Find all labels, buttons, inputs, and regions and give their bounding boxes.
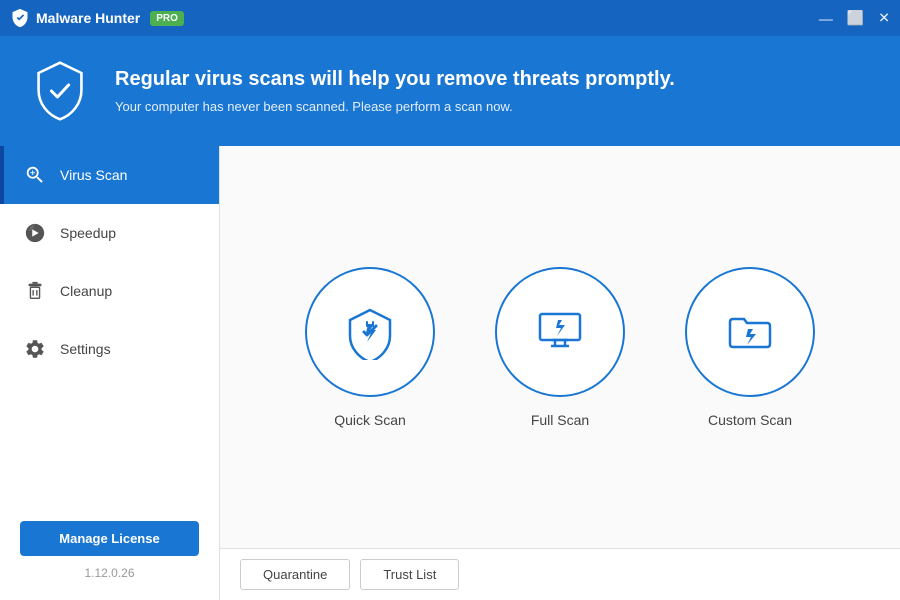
sidebar-item-settings[interactable]: Settings — [0, 320, 219, 378]
sidebar-bottom: Manage License 1.12.0.26 — [0, 501, 219, 600]
main-layout: Virus Scan Speedup Cleanup — [0, 146, 900, 600]
pro-badge: PRO — [150, 11, 184, 26]
sidebar-item-label-cleanup: Cleanup — [60, 283, 112, 299]
quick-scan-icon — [342, 304, 398, 360]
minimize-button[interactable]: — — [819, 10, 833, 26]
title-bar: Malware Hunter PRO — ⬜ ✕ — [0, 0, 900, 36]
header-shield-icon — [30, 61, 90, 121]
custom-scan-label: Custom Scan — [708, 412, 792, 428]
window-controls: — ⬜ ✕ — [819, 10, 890, 27]
content-area: Quick Scan Full Scan — [220, 146, 900, 600]
speedup-icon — [24, 222, 46, 244]
header-banner: Regular virus scans will help you remove… — [0, 36, 900, 146]
custom-scan-circle[interactable] — [685, 267, 815, 397]
version-text: 1.12.0.26 — [84, 566, 134, 580]
sidebar-item-speedup[interactable]: Speedup — [0, 204, 219, 262]
sidebar-item-label-virus-scan: Virus Scan — [60, 167, 127, 183]
sidebar-item-label-speedup: Speedup — [60, 225, 116, 241]
full-scan-label: Full Scan — [531, 412, 589, 428]
custom-scan-option[interactable]: Custom Scan — [685, 267, 815, 428]
sidebar-item-label-settings: Settings — [60, 341, 111, 357]
manage-license-button[interactable]: Manage License — [20, 521, 199, 556]
sidebar-item-cleanup[interactable]: Cleanup — [0, 262, 219, 320]
quick-scan-option[interactable]: Quick Scan — [305, 267, 435, 428]
quick-scan-circle[interactable] — [305, 267, 435, 397]
close-button[interactable]: ✕ — [878, 10, 890, 27]
app-logo: Malware Hunter PRO — [10, 8, 184, 28]
full-scan-option[interactable]: Full Scan — [495, 267, 625, 428]
trust-list-button[interactable]: Trust List — [360, 559, 459, 590]
scan-options: Quick Scan Full Scan — [220, 146, 900, 548]
maximize-button[interactable]: ⬜ — [847, 10, 864, 27]
full-scan-icon — [532, 304, 588, 360]
bottom-bar: Quarantine Trust List — [220, 548, 900, 600]
header-text: Regular virus scans will help you remove… — [115, 68, 675, 114]
header-headline: Regular virus scans will help you remove… — [115, 68, 675, 91]
app-name: Malware Hunter — [36, 10, 140, 26]
header-subtext: Your computer has never been scanned. Pl… — [115, 99, 675, 114]
quarantine-button[interactable]: Quarantine — [240, 559, 350, 590]
sidebar: Virus Scan Speedup Cleanup — [0, 146, 220, 600]
virus-scan-icon — [24, 164, 46, 186]
cleanup-icon — [24, 280, 46, 302]
sidebar-item-virus-scan[interactable]: Virus Scan — [0, 146, 219, 204]
full-scan-circle[interactable] — [495, 267, 625, 397]
app-logo-icon — [10, 8, 30, 28]
custom-scan-icon — [722, 304, 778, 360]
settings-icon — [24, 338, 46, 360]
quick-scan-label: Quick Scan — [334, 412, 406, 428]
